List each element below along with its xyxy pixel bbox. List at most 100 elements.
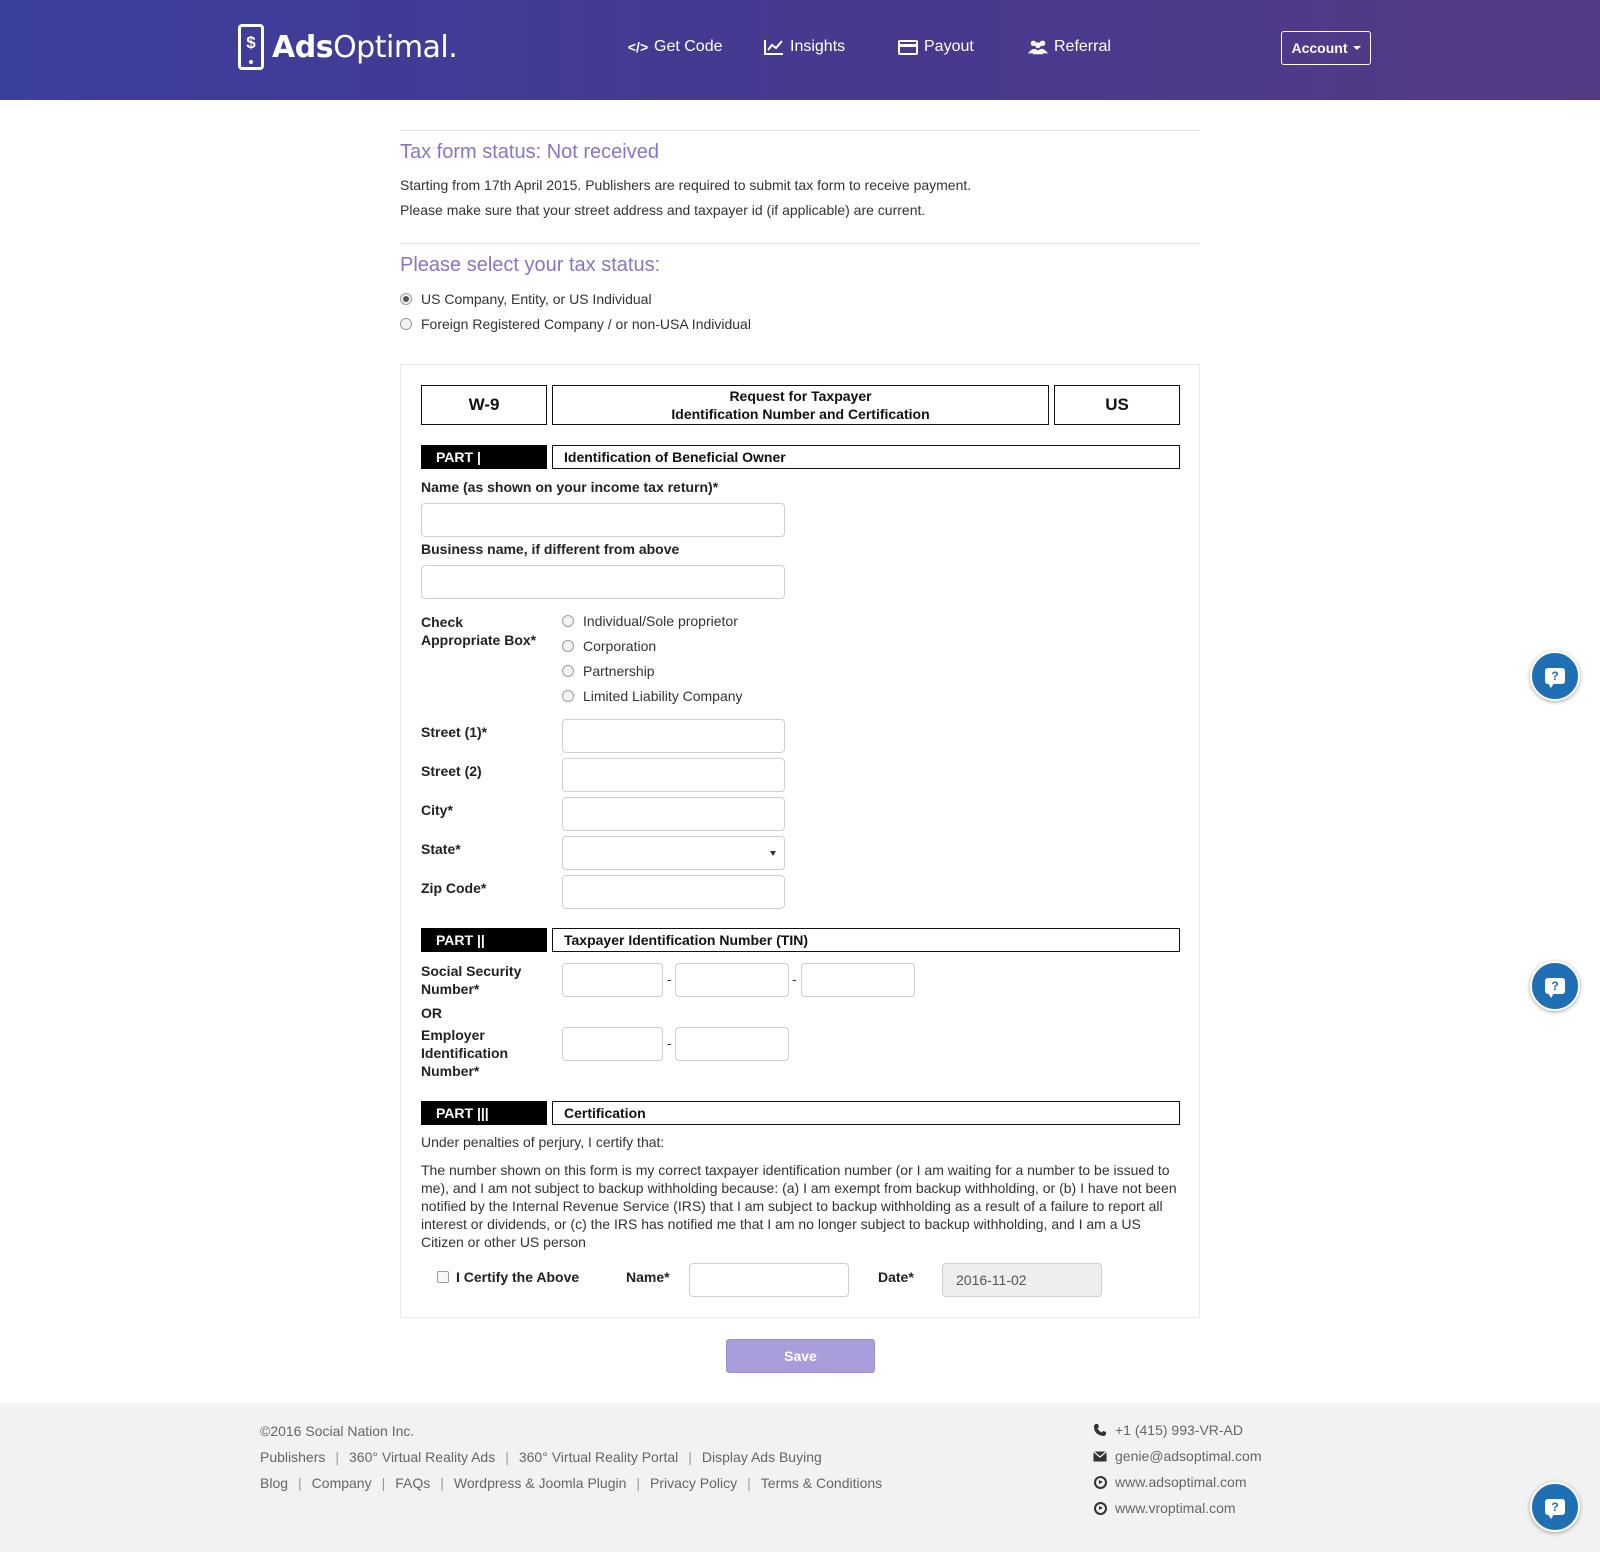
- part-1-title: Identification of Beneficial Owner: [552, 445, 1180, 469]
- ssn-part-3-input[interactable]: [801, 963, 915, 997]
- users-icon: [1028, 38, 1048, 56]
- business-name-input[interactable]: [421, 565, 785, 599]
- credit-card-icon: [898, 38, 918, 56]
- question-bubble-icon: ?: [1545, 1499, 1565, 1519]
- caret-down-icon: [1352, 46, 1361, 50]
- signature-name-input[interactable]: [689, 1263, 849, 1297]
- help-chat-button[interactable]: ?: [1530, 651, 1580, 701]
- footer-link-faqs[interactable]: FAQs: [395, 1475, 430, 1491]
- play-circle-icon: [1093, 1475, 1107, 1489]
- footer-site-1[interactable]: www.adsoptimal.com: [1093, 1474, 1247, 1490]
- footer-email[interactable]: genie@adsoptimal.com: [1093, 1448, 1262, 1464]
- zip-code-label: Zip Code*: [421, 880, 487, 896]
- street-1-label: Street (1)*: [421, 724, 488, 740]
- envelope-icon: [1093, 1449, 1107, 1463]
- signature-name-label: Name*: [626, 1269, 670, 1285]
- radio-button[interactable]: [562, 640, 574, 652]
- certification-intro: Under penalties of perjury, I certify th…: [421, 1134, 665, 1150]
- brand-logo[interactable]: AdsOptimal.: [238, 24, 458, 70]
- footer-site-2[interactable]: www.vroptimal.com: [1093, 1500, 1236, 1516]
- dash: -: [667, 971, 672, 987]
- divider: [400, 130, 1200, 131]
- chart-icon: [764, 38, 784, 56]
- tax-status-title: Please select your tax status:: [400, 254, 661, 276]
- form-title-box: Request for Taxpayer Identification Numb…: [552, 385, 1049, 425]
- separator: |: [688, 1449, 692, 1465]
- footer-link-vr-portal[interactable]: 360° Virtual Reality Portal: [519, 1449, 678, 1465]
- entity-option-individual[interactable]: Individual/Sole proprietor: [562, 613, 738, 629]
- nav-payout[interactable]: Payout: [898, 38, 974, 56]
- ssn-part-1-input[interactable]: [562, 963, 663, 997]
- city-input[interactable]: [562, 797, 785, 831]
- brand-name: AdsOptimal.: [272, 29, 458, 65]
- separator: |: [747, 1475, 751, 1491]
- form-country-box: US: [1054, 385, 1180, 425]
- ein-part-2-input[interactable]: [675, 1027, 789, 1061]
- save-button[interactable]: Save: [726, 1339, 875, 1373]
- street-1-input[interactable]: [562, 719, 785, 753]
- footer-phone[interactable]: +1 (415) 993-VR-AD: [1093, 1422, 1243, 1438]
- ssn-part-2-input[interactable]: [675, 963, 789, 997]
- radio-button[interactable]: [562, 690, 574, 702]
- chevron-down-icon: [770, 851, 776, 856]
- radio-button-selected[interactable]: [400, 293, 412, 305]
- nav-referral[interactable]: Referral: [1028, 38, 1111, 56]
- divider: [400, 243, 1200, 244]
- footer-link-plugin[interactable]: Wordpress & Joomla Plugin: [454, 1475, 626, 1491]
- footer-link-privacy[interactable]: Privacy Policy: [650, 1475, 737, 1491]
- certify-label: I Certify the Above: [456, 1269, 580, 1285]
- part-2-label: PART ||: [421, 928, 547, 952]
- phone-icon: [1093, 1423, 1107, 1437]
- nav-get-code[interactable]: </> Get Code: [628, 38, 723, 56]
- entity-option-corporation[interactable]: Corporation: [562, 638, 656, 654]
- footer-link-company[interactable]: Company: [312, 1475, 372, 1491]
- footer-link-terms[interactable]: Terms & Conditions: [761, 1475, 882, 1491]
- certification-body: The number shown on this form is my corr…: [421, 1162, 1177, 1250]
- ein-label: Employer Identification Number*: [421, 1027, 509, 1079]
- question-bubble-icon: ?: [1545, 978, 1565, 998]
- part-3-label: PART |||: [421, 1101, 547, 1125]
- dash: -: [792, 971, 797, 987]
- help-chat-button[interactable]: ?: [1530, 961, 1580, 1011]
- dash: -: [667, 1035, 672, 1051]
- part-3-title: Certification: [552, 1101, 1180, 1125]
- phone-dollar-icon: [238, 24, 264, 70]
- ein-part-1-input[interactable]: [562, 1027, 663, 1061]
- entity-option-llc[interactable]: Limited Liability Company: [562, 688, 743, 704]
- radio-button[interactable]: [562, 615, 574, 627]
- entity-option-partnership[interactable]: Partnership: [562, 663, 655, 679]
- status-text-line-1: Starting from 17th April 2015. Publisher…: [400, 177, 972, 193]
- separator: |: [381, 1475, 386, 1491]
- form-code-box: W-9: [421, 385, 547, 425]
- tax-form-status-title: Tax form status: Not received: [400, 141, 659, 163]
- check-box-label: Check Appropriate Box*: [421, 614, 537, 648]
- footer-links-row-2: Blog | Company | FAQs | Wordpress & Joomla …: [260, 1475, 882, 1491]
- zip-code-input[interactable]: [562, 875, 785, 909]
- part-1-label: PART |: [421, 445, 547, 469]
- nav-insights[interactable]: Insights: [764, 38, 845, 56]
- street-2-input[interactable]: [562, 758, 785, 792]
- account-dropdown-button[interactable]: Account: [1281, 31, 1371, 65]
- footer-link-vr-ads[interactable]: 360° Virtual Reality Ads: [349, 1449, 495, 1465]
- tax-status-foreign-option[interactable]: Foreign Registered Company / or non-USA …: [400, 316, 751, 332]
- separator: |: [298, 1475, 302, 1491]
- top-navbar: AdsOptimal. </> Get Code Insights Payout…: [0, 0, 1600, 100]
- footer-link-publishers[interactable]: Publishers: [260, 1449, 325, 1465]
- radio-button[interactable]: [400, 318, 412, 330]
- separator: |: [440, 1475, 444, 1491]
- help-chat-button[interactable]: ?: [1530, 1482, 1580, 1532]
- radio-button[interactable]: [562, 665, 574, 677]
- state-select[interactable]: [562, 836, 785, 870]
- state-label: State*: [421, 841, 461, 857]
- city-label: City*: [421, 802, 453, 818]
- certify-checkbox[interactable]: [437, 1271, 449, 1283]
- tax-status-us-option[interactable]: US Company, Entity, or US Individual: [400, 291, 652, 307]
- footer-link-blog[interactable]: Blog: [260, 1475, 288, 1491]
- footer-link-display-ads[interactable]: Display Ads Buying: [702, 1449, 822, 1465]
- name-input[interactable]: [421, 503, 785, 537]
- or-label: OR: [421, 1005, 442, 1021]
- copyright: ©2016 Social Nation Inc.: [260, 1423, 415, 1439]
- date-input: 2016-11-02: [942, 1263, 1102, 1297]
- business-name-label: Business name, if different from above: [421, 541, 680, 557]
- ssn-label: Social Security Number*: [421, 963, 522, 997]
